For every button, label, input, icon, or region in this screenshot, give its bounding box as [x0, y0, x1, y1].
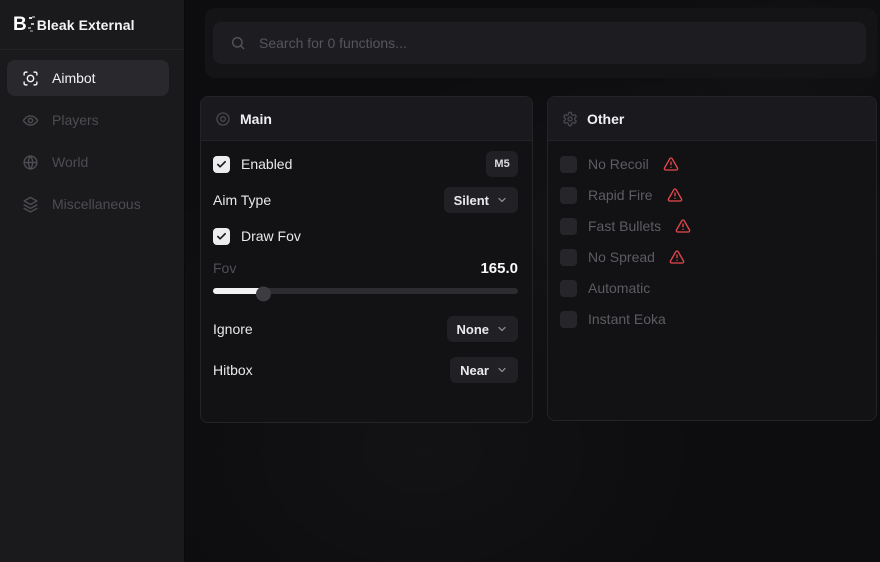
target-icon	[215, 111, 231, 127]
ignore-label: Ignore	[213, 321, 253, 337]
instant-eoka-checkbox[interactable]	[560, 311, 577, 328]
sidebar-item-label: Miscellaneous	[52, 196, 141, 212]
sidebar-item-world[interactable]: World	[7, 144, 169, 180]
aim-type-row: Aim Type Silent	[213, 186, 518, 214]
chevron-down-icon	[496, 323, 508, 335]
warning-triangle-icon	[667, 187, 683, 203]
aim-type-value: Silent	[454, 193, 489, 208]
sidebar-item-label: Players	[52, 112, 99, 128]
automatic-label: Automatic	[588, 280, 650, 296]
instant-eoka-row: Instant Eoka	[560, 305, 862, 333]
panel-other: Other No Recoil Rapid Fire Fast Bullets	[547, 96, 877, 421]
globe-icon	[22, 154, 39, 171]
sidebar-item-players[interactable]: Players	[7, 102, 169, 138]
fov-slider-fill	[213, 288, 263, 294]
panel-main-body: Enabled M5 Aim Type Silent Draw Fov Fov	[201, 141, 532, 384]
app-logo-icon: B	[13, 15, 26, 34]
aim-type-label: Aim Type	[213, 192, 271, 208]
draw-fov-checkbox[interactable]	[213, 228, 230, 245]
hitbox-value: Near	[460, 363, 489, 378]
warning-triangle-icon	[675, 218, 691, 234]
fov-row: Fov 165.0	[213, 258, 518, 278]
layers-icon	[22, 196, 39, 213]
sidebar-item-label: Aimbot	[52, 70, 96, 86]
gear-icon	[562, 111, 578, 127]
rapid-fire-checkbox[interactable]	[560, 187, 577, 204]
hitbox-row: Hitbox Near	[213, 356, 518, 384]
fast-bullets-row: Fast Bullets	[560, 212, 862, 240]
rapid-fire-row: Rapid Fire	[560, 181, 862, 209]
no-spread-label: No Spread	[588, 249, 655, 265]
hitbox-dropdown[interactable]: Near	[450, 357, 518, 383]
panel-main: Main Enabled M5 Aim Type Silent	[200, 96, 533, 423]
chevron-down-icon	[496, 364, 508, 376]
no-spread-row: No Spread	[560, 243, 862, 271]
aim-type-dropdown[interactable]: Silent	[444, 187, 518, 213]
check-icon	[216, 231, 227, 242]
fov-label: Fov	[213, 260, 236, 276]
fov-value: 165.0	[480, 260, 518, 277]
ignore-row: Ignore None	[213, 315, 518, 343]
sidebar-item-aimbot[interactable]: Aimbot	[7, 60, 169, 96]
panel-title: Other	[587, 111, 624, 127]
enabled-keybind-badge[interactable]: M5	[486, 151, 518, 177]
warning-triangle-icon	[663, 156, 679, 172]
automatic-checkbox[interactable]	[560, 280, 577, 297]
fov-slider-thumb[interactable]	[256, 287, 271, 302]
enabled-checkbox[interactable]	[213, 156, 230, 173]
sidebar: B Bleak External Aimbot Players World M	[0, 0, 185, 562]
sidebar-item-miscellaneous[interactable]: Miscellaneous	[7, 186, 169, 222]
panel-title: Main	[240, 111, 272, 127]
enabled-row: Enabled M5	[213, 150, 518, 178]
panel-other-body: No Recoil Rapid Fire Fast Bullets No Spr…	[548, 141, 876, 333]
fast-bullets-checkbox[interactable]	[560, 218, 577, 235]
panel-main-header: Main	[201, 97, 532, 141]
crosshair-scan-icon	[22, 70, 39, 87]
chevron-down-icon	[496, 194, 508, 206]
check-icon	[216, 159, 227, 170]
automatic-row: Automatic	[560, 274, 862, 302]
sidebar-item-label: World	[52, 154, 88, 170]
no-recoil-row: No Recoil	[560, 150, 862, 178]
search-input[interactable]	[259, 35, 849, 51]
sidebar-nav: Aimbot Players World Miscellaneous	[0, 50, 184, 238]
hitbox-label: Hitbox	[213, 362, 253, 378]
search-icon	[230, 35, 246, 51]
ignore-value: None	[457, 322, 490, 337]
no-spread-checkbox[interactable]	[560, 249, 577, 266]
ignore-dropdown[interactable]: None	[447, 316, 519, 342]
enabled-label: Enabled	[241, 156, 292, 172]
app-title: Bleak External	[37, 17, 135, 33]
no-recoil-label: No Recoil	[588, 156, 649, 172]
draw-fov-row: Draw Fov	[213, 222, 518, 250]
fast-bullets-label: Fast Bullets	[588, 218, 661, 234]
draw-fov-label: Draw Fov	[241, 228, 301, 244]
search-container	[205, 8, 877, 78]
sidebar-header: B Bleak External	[0, 0, 184, 50]
no-recoil-checkbox[interactable]	[560, 156, 577, 173]
rapid-fire-label: Rapid Fire	[588, 187, 653, 203]
fov-slider[interactable]	[213, 284, 518, 299]
instant-eoka-label: Instant Eoka	[588, 311, 666, 327]
search-box[interactable]	[213, 22, 866, 64]
panel-other-header: Other	[548, 97, 876, 141]
eye-icon	[22, 112, 39, 129]
warning-triangle-icon	[669, 249, 685, 265]
